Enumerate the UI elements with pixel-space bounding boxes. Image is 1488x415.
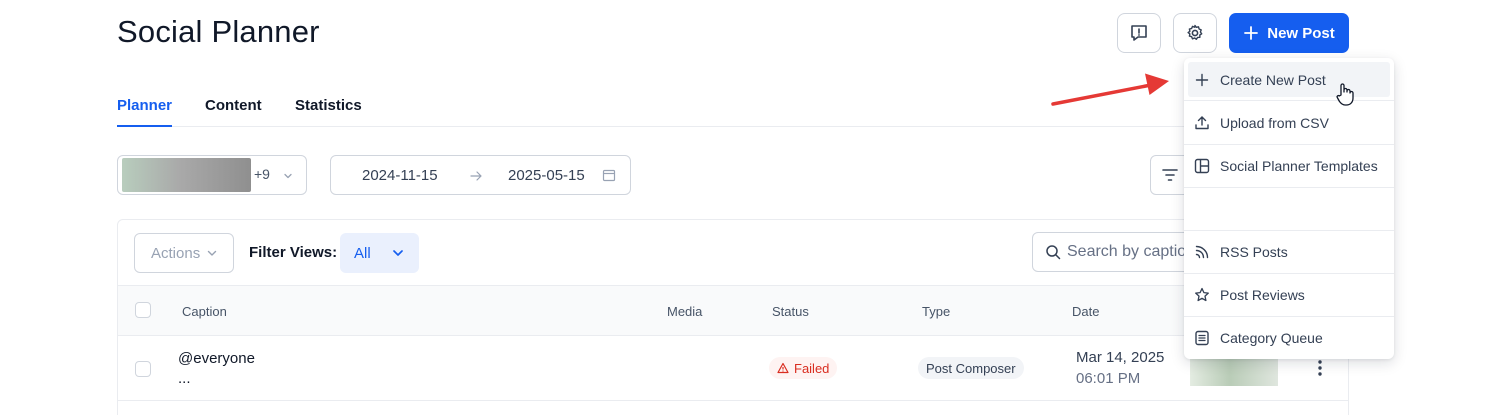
menu-item-label: Post Reviews <box>1220 286 1305 303</box>
star-icon <box>1194 287 1210 303</box>
menu-item-label: RSS Posts <box>1220 243 1288 260</box>
post-time: 06:01 PM <box>1076 370 1141 387</box>
filter-icon <box>1162 169 1178 181</box>
feedback-button[interactable] <box>1117 13 1161 53</box>
arrow-right-icon <box>470 171 482 181</box>
menu-item-category-queue[interactable]: Category Queue <box>1184 316 1394 359</box>
menu-item-post-reviews[interactable]: Post Reviews <box>1184 273 1394 316</box>
status-badge: Failed <box>769 357 838 379</box>
warning-icon <box>777 362 789 374</box>
menu-item-label: Category Queue <box>1220 329 1323 346</box>
table-row[interactable]: @everyone ... Failed Post Composer Mar 1… <box>118 336 1348 401</box>
rss-icon <box>1194 244 1210 260</box>
upload-icon <box>1194 115 1210 131</box>
date-end: 2025-05-15 <box>508 167 585 184</box>
settings-button[interactable] <box>1173 13 1217 53</box>
caption-more: ... <box>178 370 191 387</box>
plus-icon <box>1244 26 1259 40</box>
annotation-arrow <box>1051 73 1169 106</box>
feedback-icon <box>1131 25 1147 41</box>
filter-views-label: Filter Views: <box>249 244 338 261</box>
table-header: Caption Media Status Type Date <box>118 285 1348 336</box>
media-thumbnail <box>1190 356 1278 386</box>
new-post-label: New Post <box>1267 24 1335 42</box>
plus-icon <box>1194 72 1210 88</box>
menu-item-empty[interactable] <box>1184 187 1394 230</box>
chevron-down-icon <box>392 250 403 256</box>
menu-item-rss-posts[interactable]: RSS Posts <box>1184 230 1394 273</box>
filter-views-value: All <box>354 244 371 262</box>
date-range-picker[interactable]: 2024-11-15 2025-05-15 <box>330 155 631 195</box>
column-caption: Caption <box>182 304 227 319</box>
chevron-down-icon <box>208 250 217 256</box>
tab-content[interactable]: Content <box>205 97 262 127</box>
menu-item-templates[interactable]: Social Planner Templates <box>1184 144 1394 187</box>
column-status: Status <box>772 304 809 319</box>
account-extra-count: +9 <box>254 166 270 182</box>
menu-item-label: Social Planner Templates <box>1220 157 1378 174</box>
new-post-menu: Create New Post Upload from CSV Social P… <box>1184 58 1394 359</box>
posts-panel: Actions Filter Views: All Search by capt… <box>117 219 1349 415</box>
menu-item-upload-csv[interactable]: Upload from CSV <box>1184 101 1394 144</box>
caption-text: @everyone <box>178 350 255 367</box>
tab-planner[interactable]: Planner <box>117 97 173 127</box>
column-media: Media <box>667 304 703 319</box>
account-avatars <box>122 158 251 192</box>
page-title: Social Planner <box>117 14 320 49</box>
actions-dropdown[interactable]: Actions <box>134 233 234 273</box>
column-type: Type <box>922 304 951 319</box>
new-post-button[interactable]: New Post <box>1229 13 1349 53</box>
list-icon <box>1194 330 1210 346</box>
type-badge: Post Composer <box>918 357 1024 379</box>
column-date: Date <box>1072 304 1100 319</box>
status-label: Failed <box>794 360 830 376</box>
post-date: Mar 14, 2025 <box>1076 349 1165 366</box>
tab-statistics[interactable]: Statistics <box>295 97 362 127</box>
menu-item-create-new-post[interactable]: Create New Post <box>1188 62 1390 97</box>
search-icon <box>1046 245 1061 260</box>
account-selector[interactable]: +9 <box>117 155 307 195</box>
actions-label: Actions <box>151 244 201 262</box>
search-placeholder: Search by caption <box>1067 243 1196 260</box>
date-start: 2024-11-15 <box>362 167 438 184</box>
select-all-checkbox[interactable] <box>135 302 151 318</box>
menu-item-label: Upload from CSV <box>1220 114 1329 131</box>
more-vertical-icon[interactable] <box>1310 358 1330 378</box>
hand-cursor-icon <box>1336 83 1354 106</box>
menu-item-label: Create New Post <box>1220 71 1326 88</box>
calendar-icon <box>602 169 616 182</box>
row-checkbox[interactable] <box>135 361 151 377</box>
chevron-down-icon <box>284 173 292 179</box>
template-icon <box>1194 158 1210 174</box>
gear-icon <box>1187 24 1203 40</box>
filter-views-select[interactable]: All <box>340 233 419 273</box>
